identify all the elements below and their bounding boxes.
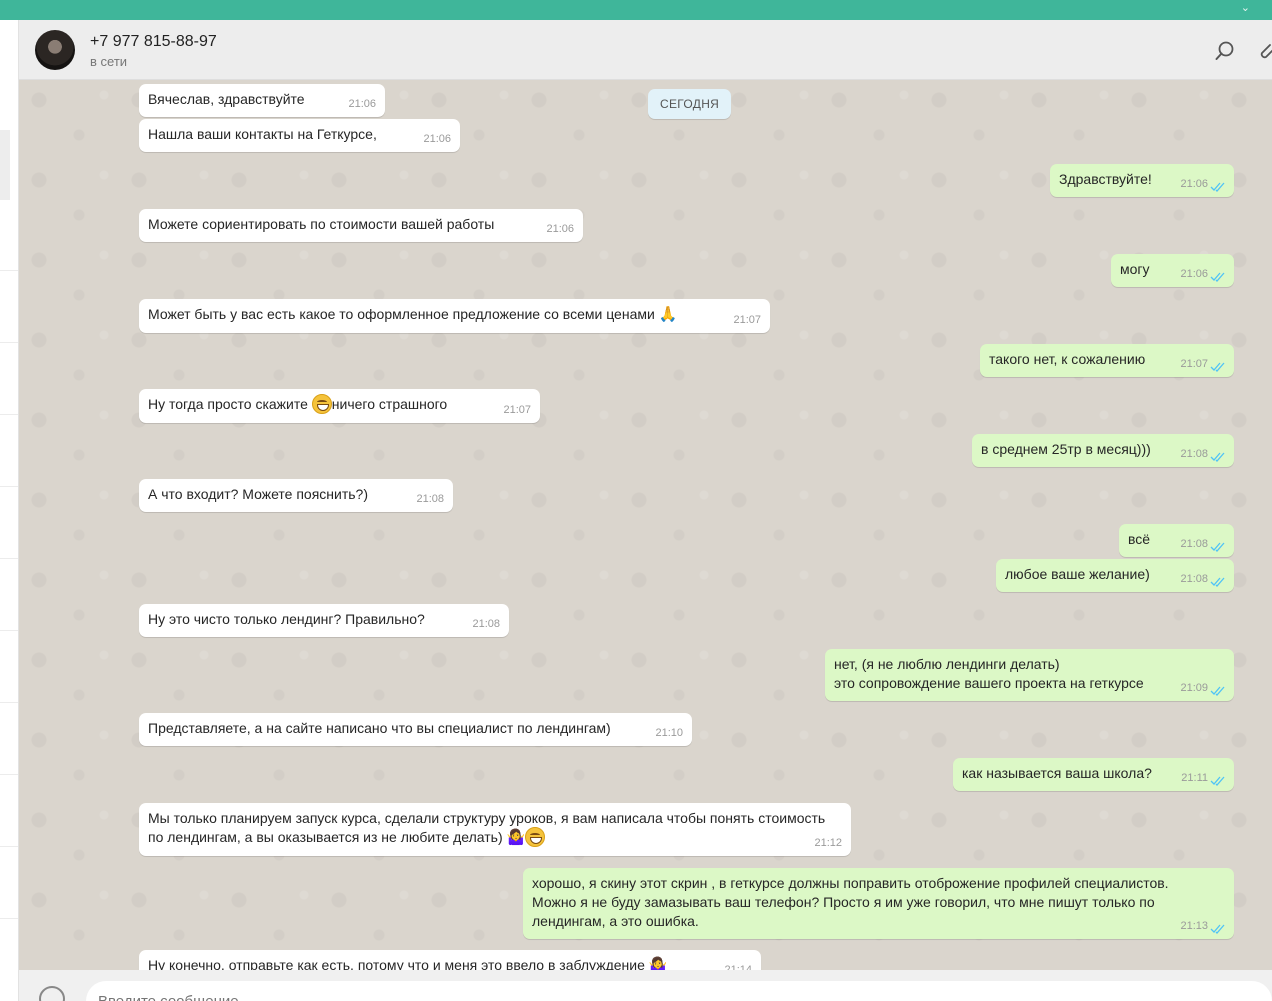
paperclip-icon[interactable] — [1256, 40, 1272, 62]
message-text-line: по лендингам, а вы оказывается из не люб… — [148, 829, 503, 845]
message-text-part: Может быть у вас есть какое то оформленн… — [148, 306, 655, 322]
message-outgoing[interactable]: такого нет, к сожалению 21:07 — [980, 344, 1234, 377]
message-outgoing[interactable]: нет, (я не люблю лендинги делать) это со… — [825, 649, 1234, 701]
message-text: А что входит? Можете пояснить?) — [148, 486, 369, 502]
read-ticks-icon — [1210, 272, 1225, 282]
message-time: 21:10 — [655, 727, 683, 739]
read-ticks-icon — [1210, 577, 1225, 587]
message-incoming[interactable]: Ну конечно, отправьте как есть, потому ч… — [139, 950, 761, 970]
message-time: 21:08 — [1180, 448, 1208, 460]
message-text: Ну конечно, отправьте как есть, потому ч… — [148, 956, 752, 970]
divider — [0, 270, 18, 271]
message-outgoing[interactable]: в среднем 25тр в месяц))) 21:08 — [972, 434, 1234, 467]
divider — [0, 846, 18, 847]
message-incoming[interactable]: Нашла ваши контакты на Геткурсе, 21:06 — [139, 119, 460, 152]
divider — [0, 414, 18, 415]
message-time: 21:13 — [1180, 920, 1208, 932]
message-time: 21:14 — [724, 964, 752, 970]
message-text: Можете сориентировать по стоимости вашей… — [148, 216, 495, 232]
chat-list-pane — [0, 20, 19, 1001]
divider — [0, 630, 18, 631]
message-text: Нашла ваши контакты на Геткурсе, — [148, 126, 377, 142]
grinning-face-emoji-icon — [311, 394, 332, 415]
message-time: 21:06 — [546, 223, 574, 235]
chevron-down-icon[interactable]: ⌄ — [1241, 1, 1250, 14]
read-ticks-icon — [1210, 776, 1225, 786]
message-text-part: Ну тогда просто скажите — [148, 396, 312, 412]
message-outgoing[interactable]: Здравствуйте! 21:06 — [1050, 164, 1234, 197]
shrug-emoji-icon: 🤷‍♀️ — [506, 829, 526, 846]
message-time: 21:08 — [1180, 573, 1208, 585]
search-icon[interactable] — [1214, 40, 1236, 62]
message-time: 21:07 — [503, 404, 531, 417]
message-text-part: ничего страшного — [331, 396, 448, 412]
message-text-line: Мы только планируем запуск курса, сделал… — [148, 810, 826, 826]
message-time: 21:06 — [348, 98, 376, 110]
message-incoming[interactable]: Можете сориентировать по стоимости вашей… — [139, 209, 583, 242]
message-area[interactable]: СЕГОДНЯ Вячеслав, здравствуйте 21:06 Наш… — [19, 80, 1272, 970]
contact-status: в сети — [90, 54, 128, 69]
message-text: Ну тогда просто скажите ничего страшного — [148, 394, 531, 415]
shrug-emoji-icon: 🤷‍♀️ — [648, 957, 668, 970]
grinning-face-emoji-icon — [525, 827, 546, 848]
message-outgoing[interactable]: как называется ваша школа? 21:11 — [953, 758, 1234, 791]
contact-name[interactable]: +7 977 815-88-97 — [90, 33, 217, 51]
message-text: нет, (я не люблю лендинги делать) это со… — [834, 656, 1144, 691]
read-ticks-icon — [1210, 924, 1225, 934]
divider — [0, 702, 18, 703]
message-time: 21:08 — [472, 618, 500, 630]
read-ticks-icon — [1210, 542, 1225, 552]
message-incoming[interactable]: Ну это чисто только лендинг? Правильно? … — [139, 604, 509, 637]
message-incoming[interactable]: Может быть у вас есть какое то оформленн… — [139, 299, 770, 333]
message-text: Вячеслав, здравствуйте — [148, 91, 305, 107]
message-text: Мы только планируем запуск курса, сделал… — [148, 809, 842, 848]
message-text: Ну это чисто только лендинг? Правильно? — [148, 611, 425, 627]
message-time: 21:08 — [416, 493, 444, 505]
read-ticks-icon — [1210, 182, 1225, 192]
message-incoming[interactable]: А что входит? Можете пояснить?) 21:08 — [139, 479, 453, 512]
message-outgoing[interactable]: всё 21:08 — [1119, 524, 1234, 557]
message-text: Представляете, а на сайте написано что в… — [148, 720, 611, 736]
divider — [0, 558, 18, 559]
message-text: хорошо, я скину этот скрин , в геткурсе … — [532, 875, 1169, 929]
message-time: 21:09 — [1180, 682, 1208, 694]
divider — [0, 342, 18, 343]
message-time: 21:11 — [1181, 772, 1208, 784]
message-outgoing[interactable]: могу 21:06 — [1111, 254, 1234, 287]
read-ticks-icon — [1210, 362, 1225, 372]
chat-header: +7 977 815-88-97 в сети — [19, 20, 1272, 80]
divider — [0, 486, 18, 487]
message-text: Может быть у вас есть какое то оформленн… — [148, 305, 761, 325]
selected-chat-indicator — [0, 130, 10, 200]
composer-bar — [19, 970, 1272, 1001]
read-ticks-icon — [1210, 686, 1225, 696]
message-time: 21:07 — [733, 313, 761, 326]
message-time: 21:08 — [1180, 538, 1208, 550]
divider — [0, 918, 18, 919]
message-text-part: Ну конечно, отправьте как есть, потому ч… — [148, 957, 645, 970]
message-time: 21:06 — [423, 133, 451, 145]
app-top-bar: ⌄ — [0, 0, 1272, 20]
message-incoming[interactable]: Ну тогда просто скажите ничего страшного… — [139, 389, 540, 424]
message-input[interactable] — [86, 981, 1272, 1001]
emoji-picker-icon[interactable] — [39, 986, 65, 1001]
message-incoming[interactable]: Мы только планируем запуск курса, сделал… — [139, 803, 851, 857]
message-outgoing[interactable]: хорошо, я скину этот скрин , в геткурсе … — [523, 868, 1234, 939]
divider — [0, 774, 18, 775]
read-ticks-icon — [1210, 452, 1225, 462]
date-badge: СЕГОДНЯ — [648, 89, 732, 119]
message-time: 21:07 — [1180, 358, 1208, 370]
message-time: 21:06 — [1180, 178, 1208, 190]
message-incoming[interactable]: Представляете, а на сайте написано что в… — [139, 713, 692, 746]
message-outgoing[interactable]: любое ваше желание) 21:08 — [996, 559, 1234, 592]
message-time: 21:12 — [814, 837, 842, 850]
folded-hands-emoji-icon: 🙏 — [658, 305, 678, 323]
message-time: 21:06 — [1180, 268, 1208, 280]
message-incoming[interactable]: Вячеслав, здравствуйте 21:06 — [139, 84, 385, 117]
avatar[interactable] — [35, 30, 75, 70]
